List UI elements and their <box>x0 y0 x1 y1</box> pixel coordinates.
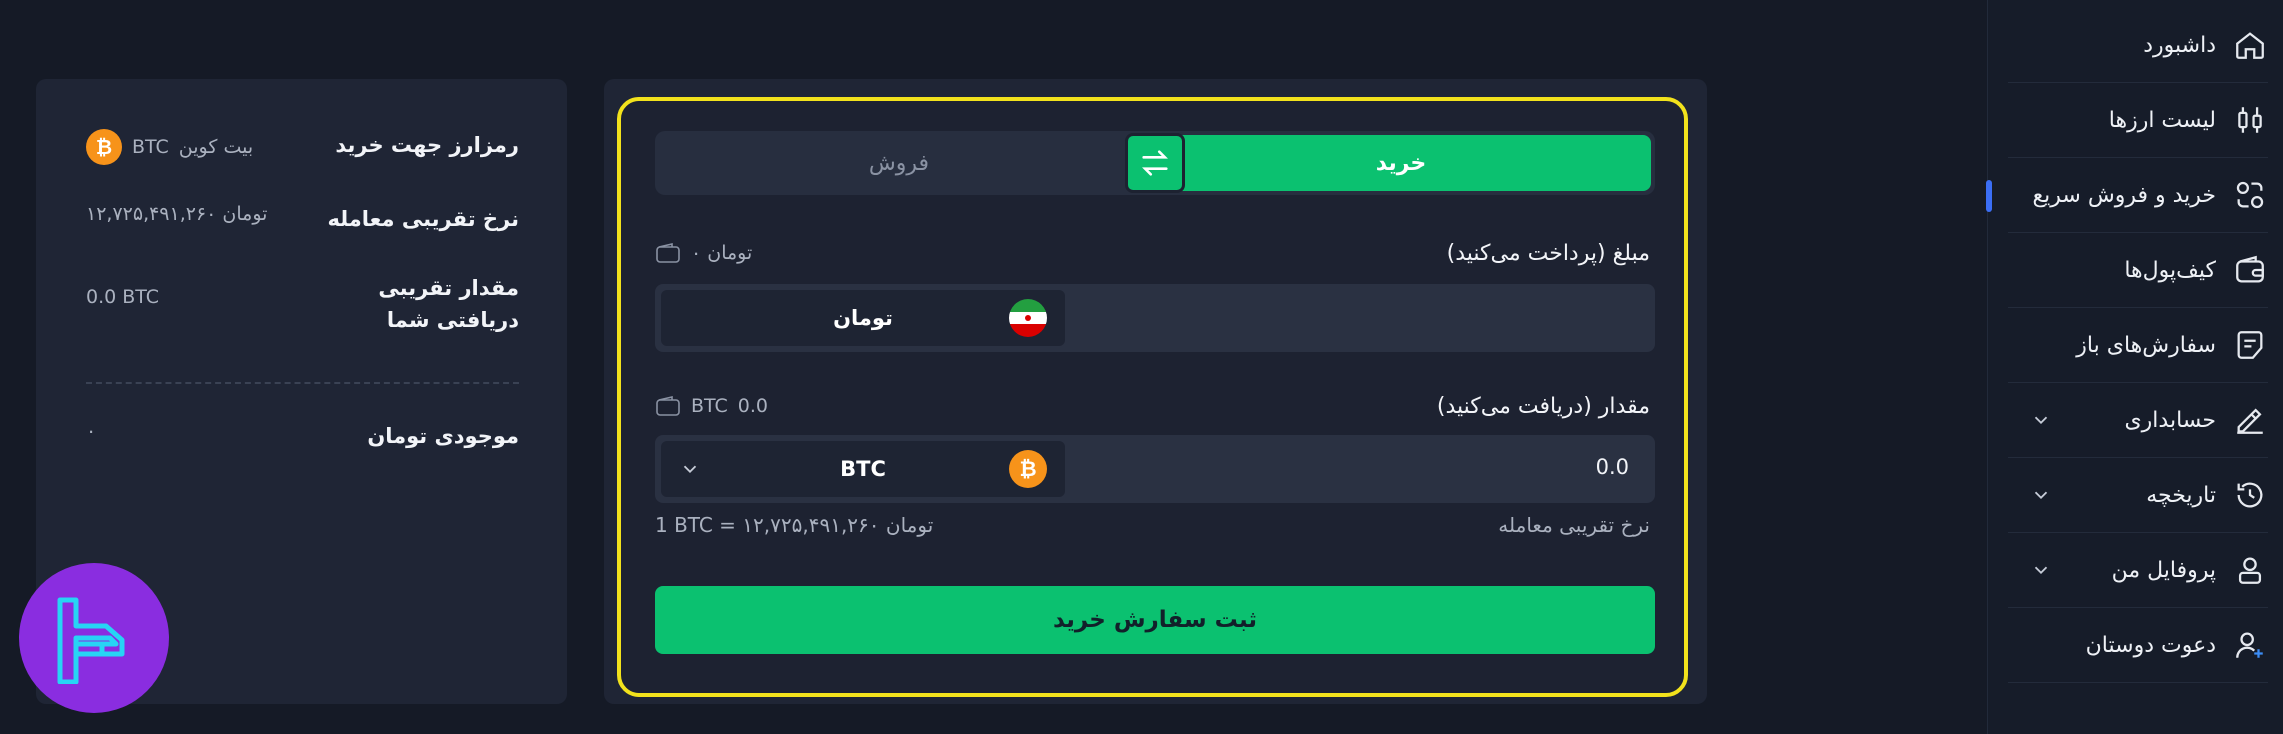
sidebar-item-label: پروفایل من <box>2111 557 2216 583</box>
sidebar-item-label: خرید و فروش سریع <box>2032 182 2216 208</box>
home-icon <box>2232 27 2268 63</box>
pay-amount-field[interactable]: تومان <box>655 284 1655 352</box>
svg-text:₿: ₿ <box>96 135 112 159</box>
summary-rate-label: نرخ تقریبی معامله <box>327 207 519 231</box>
tab-buy[interactable]: خرید <box>1151 135 1651 191</box>
pay-amount-label: مبلغ (پرداخت می‌کنید) <box>1446 241 1650 266</box>
history-icon <box>2232 477 2268 513</box>
bitcoin-icon: ₿ <box>86 129 122 165</box>
summary-receive-value: 0.0 BTC <box>86 286 160 308</box>
rate-label: نرخ تقریبی معامله <box>1498 513 1650 537</box>
sidebar-item-dashboard[interactable]: داشبورد <box>2008 8 2268 83</box>
summary-balance-label: موجودی تومان <box>367 424 519 448</box>
pay-currency-select[interactable]: تومان <box>661 290 1065 346</box>
sidebar-item-label: تاریخچه <box>2146 482 2216 508</box>
rate-row: 1 BTC = ۱۲,۷۲۵,۴۹۱,۲۶۰ تومان نرخ تقریبی … <box>655 513 1650 537</box>
receive-amount-value: 0.0 <box>1595 455 1629 479</box>
wallet-icon <box>2232 252 2268 288</box>
sidebar-item-label: لیست ارزها <box>2108 107 2216 133</box>
sidebar-item-open-orders[interactable]: سفارش‌های باز <box>2008 308 2268 383</box>
pay-balance-value: ۰ تومان <box>691 242 753 264</box>
summary-balance-row: ۰ موجودی تومان <box>86 420 519 452</box>
summary-rate-row: تومان ۱۲,۷۲۵,۴۹۱,۲۶۰ نرخ تقریبی معامله <box>86 203 519 235</box>
sidebar-item-markets[interactable]: لیست ارزها <box>2008 83 2268 158</box>
pay-currency-name: تومان <box>833 306 893 330</box>
sidebar-item-quick-trade[interactable]: خرید و فروش سریع <box>2008 158 2268 233</box>
active-indicator <box>1986 180 1992 212</box>
rate-value: 1 BTC = ۱۲,۷۲۵,۴۹۱,۲۶۰ تومان <box>655 513 934 537</box>
divider <box>86 382 519 384</box>
summary-crypto-name: بیت کوین <box>178 136 254 158</box>
receive-currency-name: BTC <box>840 457 886 481</box>
swap-arrows-icon <box>1142 150 1168 176</box>
receive-balance-symbol: BTC <box>691 395 728 417</box>
chevron-down-icon <box>2034 491 2048 500</box>
sidebar-item-label: دعوت دوستان <box>2085 632 2216 658</box>
sidebar-item-label: کیف‌پول‌ها <box>2124 257 2216 283</box>
chevron-down-icon <box>2034 416 2048 425</box>
receive-currency-select[interactable]: ₿ BTC <box>661 441 1065 497</box>
sidebar-item-label: حسابداری <box>2124 407 2216 433</box>
sidebar-item-label: سفارش‌های باز <box>2076 332 2216 358</box>
summary-crypto-symbol: BTC <box>132 136 169 158</box>
candlestick-icon <box>2232 102 2268 138</box>
summary-crypto-value: ₿ BTC بیت کوین <box>86 129 253 165</box>
swap-button[interactable] <box>1125 133 1185 193</box>
summary-rate-value: تومان ۱۲,۷۲۵,۴۹۱,۲۶۰ <box>86 203 268 225</box>
sidebar-item-wallets[interactable]: کیف‌پول‌ها <box>2008 233 2268 308</box>
summary-crypto-label: رمزارز جهت خرید <box>335 133 519 157</box>
accounting-icon <box>2232 402 2268 438</box>
sidebar: داشبورد لیست ارزها خرید و فروش سریع کیف‌… <box>1986 0 2283 734</box>
wallet-icon <box>656 395 680 416</box>
chevron-down-icon <box>683 465 697 474</box>
trade-form: فروش خرید مبلغ (پرداخت می‌کنید) ۰ تومان … <box>617 97 1688 697</box>
receive-balance-amount: 0.0 <box>737 395 769 417</box>
orders-icon <box>2232 327 2268 363</box>
sidebar-item-invite[interactable]: دعوت دوستان <box>2008 608 2268 683</box>
sidebar-item-profile[interactable]: پروفایل من <box>2008 533 2268 608</box>
chevron-down-icon <box>2034 566 2048 575</box>
submit-buy-order-button[interactable]: ثبت سفارش خرید <box>655 586 1655 654</box>
wallet-icon <box>656 242 680 263</box>
receive-balance: BTC 0.0 <box>655 395 768 417</box>
exchange-icon <box>2232 177 2268 213</box>
summary-crypto-row: ₿ BTC بیت کوین رمزارز جهت خرید <box>86 129 519 165</box>
profile-icon <box>2232 552 2268 588</box>
sidebar-item-accounting[interactable]: حسابداری <box>2008 383 2268 458</box>
brand-logo <box>19 563 169 713</box>
summary-receive-row: 0.0 BTC مقدار تقریبی دریافتی شما <box>86 272 519 336</box>
invite-icon <box>2232 627 2268 663</box>
sidebar-item-history[interactable]: تاریخچه <box>2008 458 2268 533</box>
receive-amount-label: مقدار (دریافت می‌کنید) <box>1436 394 1650 419</box>
buy-sell-toggle: فروش خرید <box>655 131 1655 195</box>
sidebar-item-label: داشبورد <box>2143 32 2216 58</box>
pay-balance: ۰ تومان <box>655 242 752 264</box>
tab-sell[interactable]: فروش <box>659 135 1139 191</box>
summary-balance-value: ۰ <box>86 420 97 442</box>
summary-receive-label: مقدار تقریبی دریافتی شما <box>378 276 519 332</box>
receive-amount-field[interactable]: ₿ BTC 0.0 <box>655 435 1655 503</box>
